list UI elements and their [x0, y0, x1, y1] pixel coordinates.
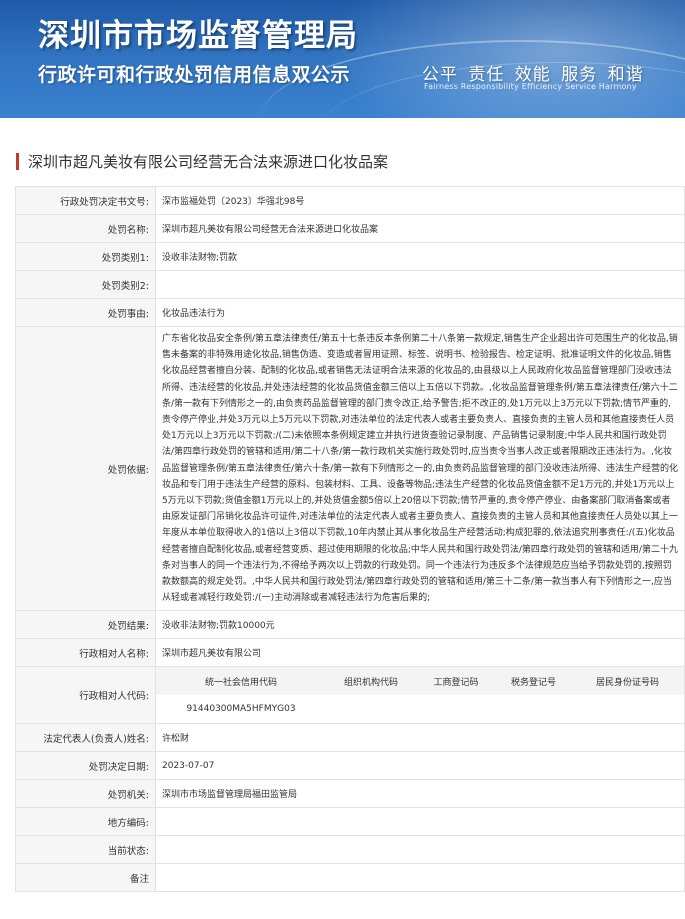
row-case-name: 处罚名称: 深圳市超凡美妆有限公司经营无合法来源进口化妆品案	[15, 214, 685, 243]
code-header-row: 统一社会信用代码 组织机构代码 工商登记码 税务登记号 居民身份证号码	[156, 667, 684, 696]
code-value-business	[416, 695, 496, 724]
value-legal-rep: 许松财	[155, 723, 685, 753]
value-category2	[155, 270, 685, 299]
label-category2: 处罚类别2:	[15, 270, 156, 299]
row-decision-date: 处罚决定日期: 2023-07-07	[15, 751, 685, 781]
value-decision-date: 2023-07-07	[155, 751, 685, 781]
row-local-code: 地方编码:	[15, 807, 685, 837]
row-counterpart-name: 行政相对人名称: 深圳市超凡美妆有限公司	[15, 638, 685, 668]
code-header-org: 组织机构代码	[326, 667, 416, 696]
case-header: 深圳市超凡美妆有限公司经营无合法来源进口化妆品案	[16, 151, 388, 171]
label-status: 当前状态:	[15, 835, 156, 865]
label-reason: 处罚事由:	[15, 298, 156, 327]
value-decision-no: 深市监福处罚〔2023〕华强北98号	[155, 186, 685, 215]
code-header-credit: 统一社会信用代码	[156, 667, 326, 696]
code-subtable: 统一社会信用代码 组织机构代码 工商登记码 税务登记号 居民身份证号码 9144…	[156, 667, 684, 724]
value-result: 没收非法财物;罚款10000元	[155, 610, 685, 640]
code-header-id: 居民身份证号码	[571, 667, 684, 696]
label-counterpart-code: 行政相对人代码:	[15, 666, 156, 725]
label-basis: 处罚依据:	[15, 325, 156, 612]
label-remark: 备注	[15, 863, 156, 893]
code-header-tax: 税务登记号	[496, 667, 571, 696]
label-decision-date: 处罚决定日期:	[15, 751, 156, 781]
row-remark: 备注	[15, 863, 685, 893]
label-counterpart-name: 行政相对人名称:	[15, 638, 156, 668]
label-decision-no: 行政处罚决定书文号:	[15, 186, 156, 215]
motto-english: Fairness Responsibility Efficiency Servi…	[424, 82, 637, 91]
row-counterpart-code: 行政相对人代码: 统一社会信用代码 组织机构代码 工商登记码 税务登记号 居民身…	[15, 666, 685, 725]
label-legal-rep: 法定代表人(负责人)姓名:	[15, 723, 156, 753]
agency-title: 深圳市市场监督管理局	[38, 18, 358, 54]
value-authority: 深圳市市场监督管理局福田监管局	[155, 779, 685, 809]
value-basis: 广东省化妆品安全条例/第五章法律责任/第五十七条违反本条例第二十八条第一款规定,…	[155, 325, 685, 612]
penalty-detail-table: 行政处罚决定书文号: 深市监福处罚〔2023〕华强北98号 处罚名称: 深圳市超…	[15, 186, 685, 893]
label-category1: 处罚类别1:	[15, 242, 156, 271]
row-reason: 处罚事由: 化妆品违法行为	[15, 298, 685, 327]
row-status: 当前状态:	[15, 835, 685, 865]
value-status	[155, 835, 685, 865]
code-value-org	[326, 695, 416, 724]
label-case-name: 处罚名称:	[15, 214, 156, 243]
row-authority: 处罚机关: 深圳市市场监督管理局福田监管局	[15, 779, 685, 809]
value-case-name: 深圳市超凡美妆有限公司经营无合法来源进口化妆品案	[155, 214, 685, 243]
code-value-tax	[496, 695, 571, 724]
row-category1: 处罚类别1: 没收非法财物;罚款	[15, 242, 685, 271]
row-legal-rep: 法定代表人(负责人)姓名: 许松财	[15, 723, 685, 753]
label-local-code: 地方编码:	[15, 807, 156, 837]
value-counterpart-code: 统一社会信用代码 组织机构代码 工商登记码 税务登记号 居民身份证号码 9144…	[155, 666, 685, 725]
row-decision-no: 行政处罚决定书文号: 深市监福处罚〔2023〕华强北98号	[15, 186, 685, 215]
code-value-credit: 91440300MA5HFMYG03	[156, 695, 326, 724]
label-result: 处罚结果:	[15, 610, 156, 640]
accent-bar	[16, 152, 19, 170]
row-basis: 处罚依据: 广东省化妆品安全条例/第五章法律责任/第五十七条违反本条例第二十八条…	[15, 325, 685, 612]
value-counterpart-name: 深圳市超凡美妆有限公司	[155, 638, 685, 668]
value-reason: 化妆品违法行为	[155, 298, 685, 327]
code-value-id	[571, 695, 684, 724]
header-banner: 深圳市市场监督管理局 行政许可和行政处罚信用信息双公示 公平 责任 效能 服务 …	[0, 0, 685, 118]
code-value-row: 91440300MA5HFMYG03	[156, 695, 684, 724]
site-subtitle: 行政许可和行政处罚信用信息双公示	[38, 64, 351, 86]
value-local-code	[155, 807, 685, 837]
row-result: 处罚结果: 没收非法财物;罚款10000元	[15, 610, 685, 640]
case-title: 深圳市超凡美妆有限公司经营无合法来源进口化妆品案	[28, 152, 389, 171]
row-category2: 处罚类别2:	[15, 270, 685, 299]
value-remark	[155, 863, 685, 893]
value-category1: 没收非法财物;罚款	[155, 242, 685, 271]
label-authority: 处罚机关:	[15, 779, 156, 809]
code-header-business: 工商登记码	[416, 667, 496, 696]
